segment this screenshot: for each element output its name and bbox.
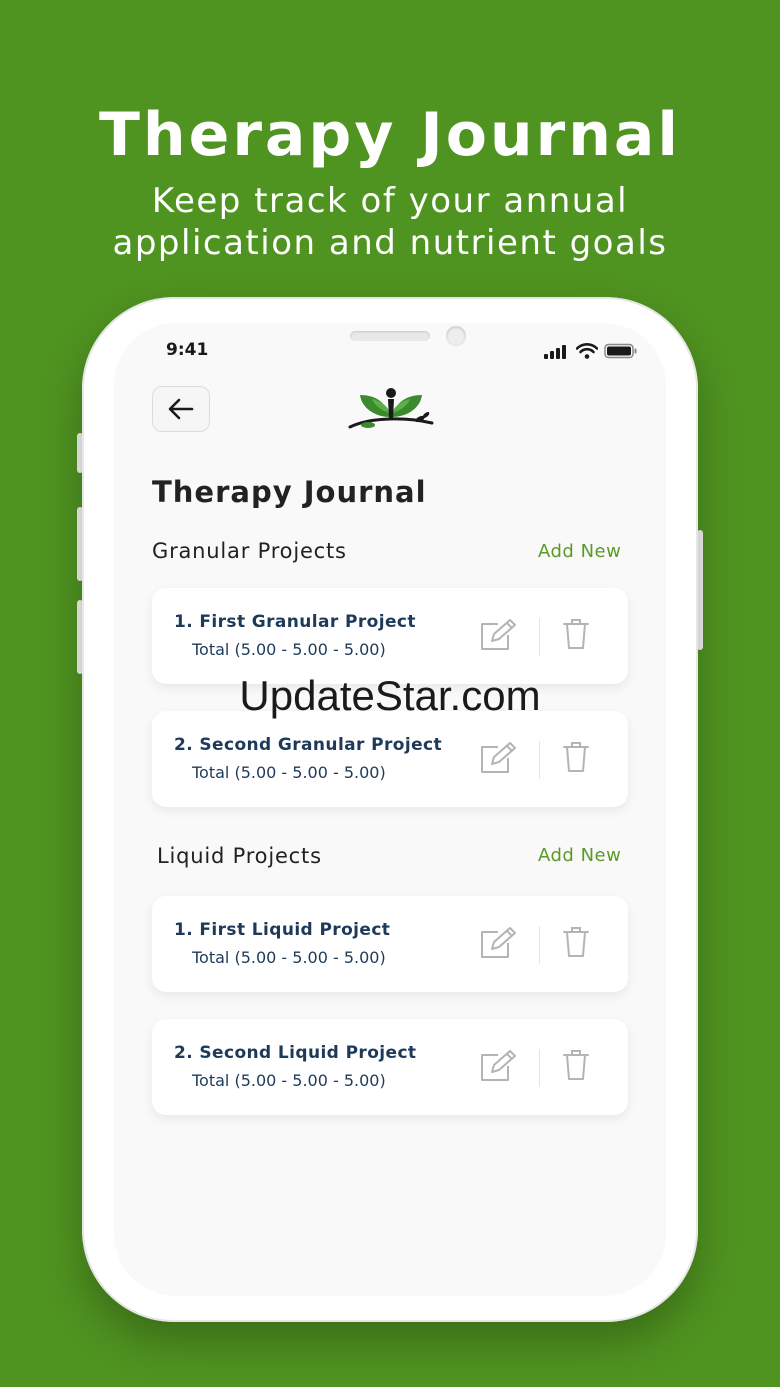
hero-title: Therapy Journal bbox=[99, 100, 681, 170]
project-total: Total (5.00 - 5.00 - 5.00) bbox=[192, 640, 386, 659]
phone-frame: 9:41 Therapy Journal Granular Projects A… bbox=[82, 297, 698, 1322]
page-title: Therapy Journal bbox=[152, 475, 427, 509]
project-name: 2. Second Granular Project bbox=[174, 735, 443, 755]
project-name: 2. Second Liquid Project bbox=[174, 1043, 417, 1063]
liquid-project-card-1[interactable]: 1. First Liquid Project Total (5.00 - 5.… bbox=[152, 896, 628, 992]
front-camera bbox=[446, 326, 466, 346]
card-divider bbox=[539, 1049, 540, 1087]
card-divider bbox=[539, 741, 540, 779]
project-name: 1. First Liquid Project bbox=[174, 920, 391, 940]
back-button[interactable] bbox=[152, 386, 210, 432]
project-total: Total (5.00 - 5.00 - 5.00) bbox=[192, 763, 386, 782]
hero-subtitle-line2: application and nutrient goals bbox=[112, 223, 668, 263]
phone-screen: 9:41 Therapy Journal Granular Projects A… bbox=[114, 323, 666, 1296]
granular-project-card-2[interactable]: 2. Second Granular Project Total (5.00 -… bbox=[152, 711, 628, 807]
leaf-person-logo bbox=[348, 388, 434, 429]
hero-subtitle: Keep track of your annual application an… bbox=[0, 180, 780, 264]
edit-icon[interactable] bbox=[478, 741, 518, 775]
card-divider bbox=[539, 618, 540, 656]
battery-icon bbox=[604, 343, 637, 359]
card-divider bbox=[539, 926, 540, 964]
speaker-grille bbox=[350, 331, 430, 341]
status-icons bbox=[544, 341, 638, 359]
edit-icon[interactable] bbox=[478, 618, 518, 652]
edit-icon[interactable] bbox=[478, 926, 518, 960]
watermark: UpdateStar.com bbox=[239, 672, 541, 719]
edit-icon[interactable] bbox=[478, 1049, 518, 1083]
project-total: Total (5.00 - 5.00 - 5.00) bbox=[192, 1071, 386, 1090]
status-time: 9:41 bbox=[166, 340, 209, 360]
granular-project-card-1[interactable]: 1. First Granular Project Total (5.00 - … bbox=[152, 588, 628, 684]
trash-icon[interactable] bbox=[562, 1049, 590, 1081]
wifi-icon bbox=[576, 343, 598, 359]
project-name: 1. First Granular Project bbox=[174, 612, 416, 632]
add-new-granular-button[interactable]: Add New bbox=[538, 541, 621, 562]
trash-icon[interactable] bbox=[562, 618, 590, 650]
signal-icon bbox=[544, 345, 566, 359]
hero-subtitle-line1: Keep track of your annual bbox=[151, 181, 629, 221]
arrow-left-icon bbox=[168, 398, 194, 420]
project-total: Total (5.00 - 5.00 - 5.00) bbox=[192, 948, 386, 967]
section-title-liquid: Liquid Projects bbox=[157, 844, 322, 868]
trash-icon[interactable] bbox=[562, 741, 590, 773]
trash-icon[interactable] bbox=[562, 926, 590, 958]
section-title-granular: Granular Projects bbox=[152, 539, 347, 563]
add-new-liquid-button[interactable]: Add New bbox=[538, 845, 621, 866]
liquid-project-card-2[interactable]: 2. Second Liquid Project Total (5.00 - 5… bbox=[152, 1019, 628, 1115]
